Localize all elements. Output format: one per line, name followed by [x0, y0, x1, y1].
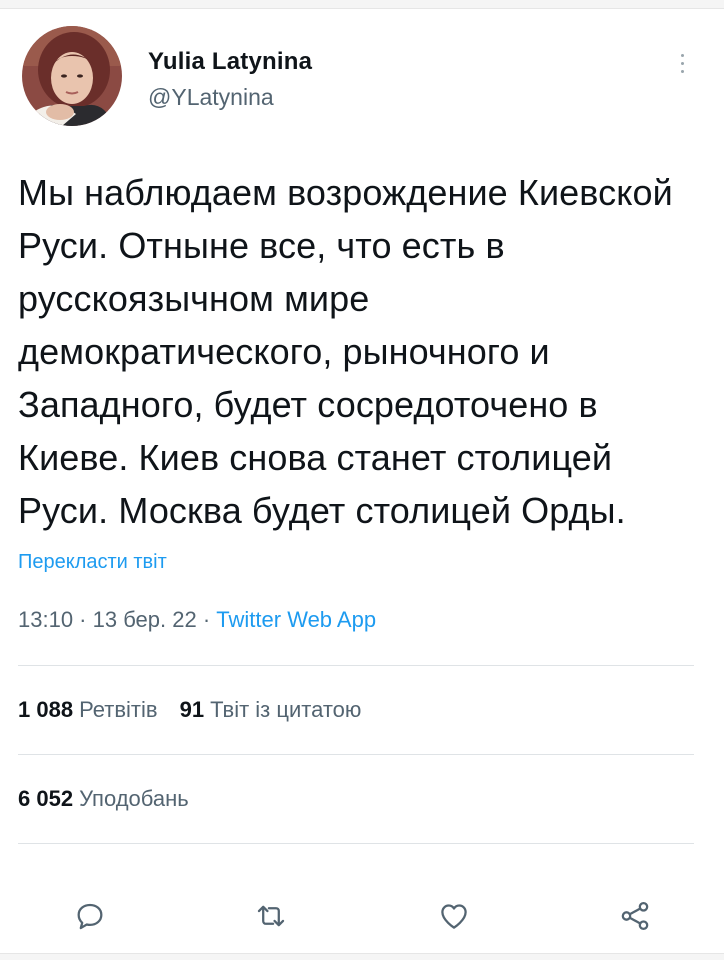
more-vertical-icon[interactable] [676, 54, 688, 84]
meta-separator: · [196, 607, 217, 632]
bottom-border [0, 953, 724, 960]
likes-stat[interactable]: 6 052 Уподобань [18, 786, 189, 812]
reply-icon[interactable] [70, 896, 110, 936]
tweet-card: Yulia Latynina @YLatynina Мы наблюдаем в… [18, 22, 694, 964]
retweets-label: Ретвітів [79, 697, 158, 722]
retweets-stat[interactable]: 1 088 Ретвітів [18, 697, 158, 723]
meta-separator: · [73, 607, 93, 632]
retweets-count: 1 088 [18, 697, 74, 722]
likes-label: Уподобань [79, 786, 189, 811]
quotes-count: 91 [179, 697, 205, 722]
tweet-actions-bar [18, 844, 694, 964]
tweet-date[interactable]: 13 бер. 22 [93, 607, 197, 632]
author-names: Yulia Latynina @YLatynina [148, 48, 312, 111]
quotes-stat[interactable]: 91 Твіт із цитатою [180, 697, 362, 723]
tweet-time[interactable]: 13:10 [18, 607, 73, 632]
share-icon[interactable] [615, 896, 655, 936]
likes-count: 6 052 [18, 786, 74, 811]
translate-tweet-link[interactable]: Перекласти твіт [18, 551, 694, 574]
avatar[interactable] [22, 26, 122, 126]
top-border [0, 0, 724, 9]
tweet-timestamp-line: 13:10 · 13 бер. 22 · Twitter Web App [18, 607, 694, 633]
quotes-label: Твіт із цитатою [210, 697, 362, 722]
likes-stats-row: 6 052 Уподобань [18, 755, 694, 843]
heart-icon[interactable] [434, 896, 474, 936]
tweet-source-app[interactable]: Twitter Web App [216, 607, 376, 632]
avatar-image [22, 26, 122, 126]
author-display-name[interactable]: Yulia Latynina [148, 48, 312, 76]
tweet-text: Мы наблюдаем возрождение Киевской Руси. … [18, 172, 673, 531]
retweet-stats-row: 1 088 Ретвітів 91 Твіт із цитатою [18, 666, 694, 754]
retweet-icon[interactable] [251, 896, 291, 936]
author-handle[interactable]: @YLatynina [148, 84, 312, 111]
tweet-header: Yulia Latynina @YLatynina [18, 22, 694, 132]
